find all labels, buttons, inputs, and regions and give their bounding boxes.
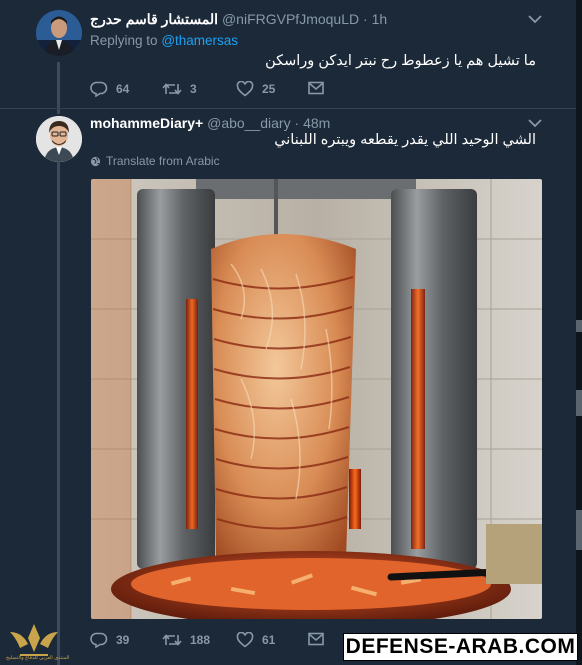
like-button[interactable]: 61 — [236, 632, 275, 648]
retweet-icon — [162, 83, 182, 95]
right-edge-strip — [576, 0, 582, 665]
chevron-down-icon[interactable] — [528, 14, 542, 24]
separator-dot: · — [363, 11, 368, 27]
avatar[interactable] — [36, 10, 82, 56]
reply-count: 64 — [116, 82, 130, 96]
globe-icon — [90, 156, 101, 166]
replying-handle-link[interactable]: @thamersas — [161, 33, 238, 48]
reply-button[interactable]: 64 — [90, 81, 129, 97]
user-handle[interactable]: @niFRGVPfJmoquLD — [222, 11, 359, 27]
user-handle[interactable]: @abo__diary — [207, 115, 291, 131]
direct-message-button[interactable] — [308, 632, 324, 646]
tweet-header: mohammeDiary+ @abo__diary · 48m — [90, 115, 330, 131]
retweet-count: 188 — [190, 633, 211, 647]
tweet-actions: 39 188 61 — [90, 632, 330, 652]
like-icon — [236, 81, 254, 97]
like-icon — [236, 632, 254, 648]
shawarma-photo — [91, 179, 542, 619]
reply-button[interactable]: 39 — [90, 632, 129, 648]
retweet-button[interactable]: 188 — [162, 632, 210, 648]
retweet-count: 3 — [190, 82, 197, 96]
reply-icon — [90, 632, 108, 648]
separator-dot: · — [294, 115, 300, 131]
message-icon — [308, 632, 324, 646]
translate-link[interactable]: Translate from Arabic — [90, 154, 220, 168]
retweet-icon — [162, 634, 182, 646]
timestamp[interactable]: 48m — [303, 115, 330, 131]
reply-icon — [90, 81, 108, 97]
edge-fragment — [576, 510, 582, 550]
like-button[interactable]: 25 — [236, 81, 275, 97]
reply-count: 39 — [116, 633, 130, 647]
site-watermark: DEFENSE-ARAB.COM — [343, 633, 578, 661]
replying-to: Replying to @thamersas — [90, 33, 238, 48]
tweet-header: المستشار قاسم حدرج @niFRGVPfJmoquLD · 1h — [90, 11, 387, 28]
display-name[interactable]: mohammeDiary+ — [90, 115, 203, 131]
edge-fragment — [576, 390, 582, 416]
tweet-actions: 64 3 25 — [90, 81, 330, 101]
tweet-image[interactable] — [91, 179, 542, 619]
chevron-down-icon[interactable] — [528, 118, 542, 128]
like-count: 61 — [262, 633, 276, 647]
replying-label: Replying to — [90, 33, 158, 48]
message-icon — [308, 81, 324, 95]
translate-label: Translate from Arabic — [106, 154, 220, 168]
avatar[interactable] — [36, 116, 82, 162]
forum-logo-caption: المنتدى العربي للدفاع والتسليح — [6, 655, 70, 661]
tweet-text: الشي الوحيد اللي يقدر يقطعه ويبتره اللبن… — [274, 132, 536, 148]
tweet-text: ما تشيل هم يا زعطوط رح نبتر ايدكن وراسكن — [265, 53, 536, 69]
display-name[interactable]: المستشار قاسم حدرج — [90, 11, 218, 27]
tweet-1[interactable]: المستشار قاسم حدرج @niFRGVPfJmoquLD · 1h… — [0, 0, 576, 114]
retweet-button[interactable]: 3 — [162, 81, 197, 97]
timestamp[interactable]: 1h — [372, 11, 388, 27]
edge-fragment — [576, 320, 582, 332]
direct-message-button[interactable] — [308, 81, 324, 95]
like-count: 25 — [262, 82, 276, 96]
